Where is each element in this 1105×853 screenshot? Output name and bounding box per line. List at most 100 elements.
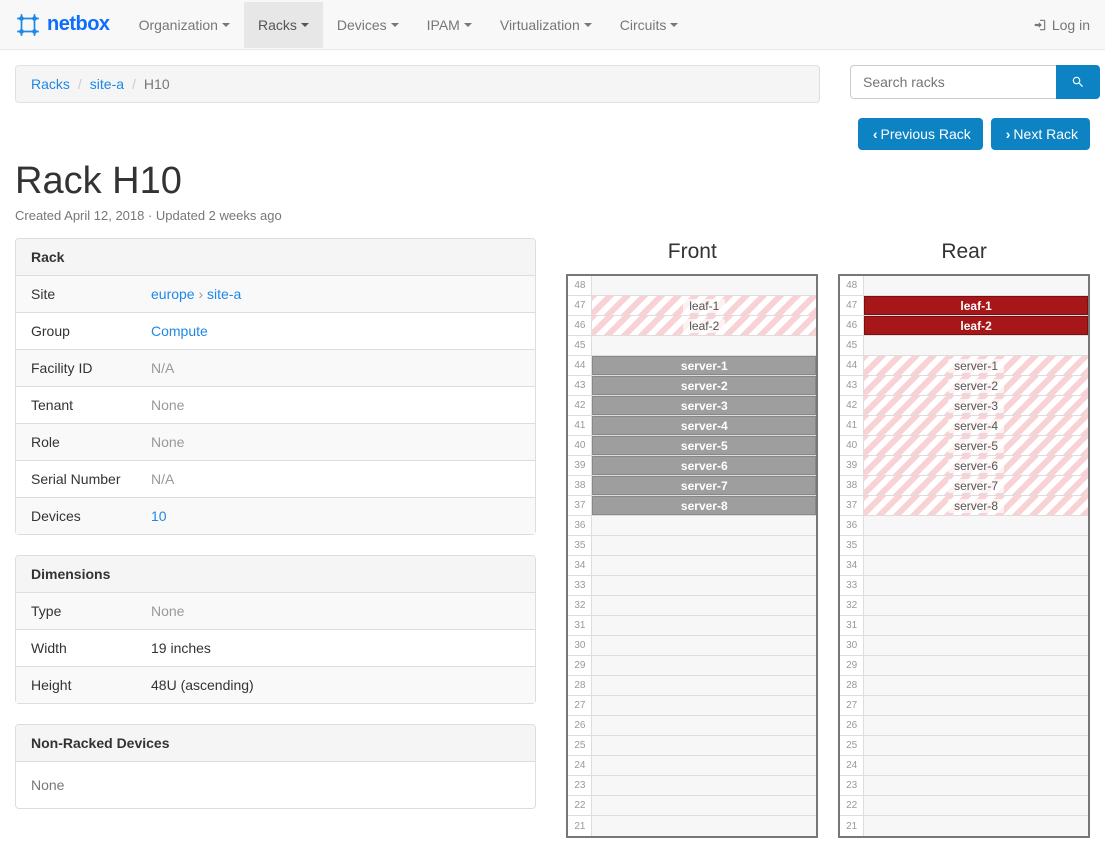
empty-slot[interactable]	[592, 656, 816, 675]
chevron-down-icon	[670, 23, 678, 27]
rack-unit: 33	[568, 576, 816, 596]
empty-slot[interactable]	[592, 676, 816, 695]
device-slot[interactable]: server-5	[864, 436, 1088, 455]
empty-slot[interactable]	[864, 656, 1088, 675]
empty-slot[interactable]	[864, 576, 1088, 595]
rack-unit: 29	[840, 656, 1088, 676]
empty-slot[interactable]	[592, 336, 816, 355]
site-region-link[interactable]: europe	[151, 286, 195, 302]
empty-slot[interactable]	[592, 756, 816, 775]
empty-slot[interactable]	[592, 516, 816, 535]
device-slot[interactable]: server-2	[864, 376, 1088, 395]
netbox-icon	[15, 12, 41, 38]
device-slot[interactable]: server-3	[592, 396, 816, 415]
logo[interactable]: netbox	[15, 12, 110, 38]
group-link[interactable]: Compute	[151, 323, 208, 339]
unit-label: 29	[568, 656, 592, 675]
rack-unit: 27	[840, 696, 1088, 716]
empty-slot[interactable]	[864, 636, 1088, 655]
nonracked-panel: Non-Racked Devices None	[15, 724, 536, 809]
unit-label: 31	[840, 616, 864, 635]
role-value: None	[151, 434, 184, 450]
device-slot[interactable]: server-7	[864, 476, 1088, 495]
empty-slot[interactable]	[592, 636, 816, 655]
previous-rack-button[interactable]: ‹ Previous Rack	[858, 118, 983, 150]
rack-unit: 48	[568, 276, 816, 296]
nav-item-label: IPAM	[427, 17, 460, 33]
nav-item-devices[interactable]: Devices	[323, 2, 413, 48]
device-slot[interactable]: server-2	[592, 376, 816, 395]
empty-slot[interactable]	[592, 776, 816, 795]
device-slot[interactable]: server-4	[592, 416, 816, 435]
device-slot[interactable]: server-1	[864, 356, 1088, 375]
empty-slot[interactable]	[592, 576, 816, 595]
nav-item-racks[interactable]: Racks	[244, 2, 323, 48]
rack-unit: 47 leaf-1	[840, 296, 1088, 316]
device-slot[interactable]: leaf-2	[864, 316, 1088, 335]
unit-label: 38	[840, 476, 864, 495]
nav-item-circuits[interactable]: Circuits	[606, 2, 693, 48]
nav-item-ipam[interactable]: IPAM	[413, 2, 486, 48]
device-slot[interactable]: server-7	[592, 476, 816, 495]
empty-slot[interactable]	[864, 756, 1088, 775]
breadcrumb-racks[interactable]: Racks	[31, 76, 70, 92]
device-slot[interactable]: leaf-2	[592, 316, 816, 335]
empty-slot[interactable]	[864, 776, 1088, 795]
empty-slot[interactable]	[592, 816, 816, 836]
search-button[interactable]	[1056, 65, 1100, 99]
unit-label: 33	[840, 576, 864, 595]
site-name-link[interactable]: site-a	[207, 286, 241, 302]
empty-slot[interactable]	[592, 536, 816, 555]
unit-label: 44	[840, 356, 864, 375]
device-slot[interactable]: server-1	[592, 356, 816, 375]
login-link[interactable]: Log in	[1033, 17, 1090, 33]
empty-slot[interactable]	[864, 596, 1088, 615]
device-label: server-4	[948, 419, 1004, 433]
empty-slot[interactable]	[592, 716, 816, 735]
empty-slot[interactable]	[864, 696, 1088, 715]
chevron-down-icon	[464, 23, 472, 27]
empty-slot[interactable]	[864, 536, 1088, 555]
device-slot[interactable]: server-8	[864, 496, 1088, 515]
rack-unit: 45	[568, 336, 816, 356]
device-slot[interactable]: server-3	[864, 396, 1088, 415]
empty-slot[interactable]	[864, 796, 1088, 815]
device-slot[interactable]: server-4	[864, 416, 1088, 435]
empty-slot[interactable]	[864, 616, 1088, 635]
device-slot[interactable]: leaf-1	[864, 296, 1088, 315]
device-slot[interactable]: server-8	[592, 496, 816, 515]
unit-label: 47	[840, 296, 864, 315]
empty-slot[interactable]	[864, 816, 1088, 836]
empty-slot[interactable]	[864, 736, 1088, 755]
empty-slot[interactable]	[864, 516, 1088, 535]
nav-item-organization[interactable]: Organization	[125, 2, 244, 48]
empty-slot[interactable]	[592, 616, 816, 635]
device-label: leaf-1	[960, 299, 991, 313]
empty-slot[interactable]	[864, 716, 1088, 735]
nav-item-virtualization[interactable]: Virtualization	[486, 2, 606, 48]
device-slot[interactable]: server-5	[592, 436, 816, 455]
device-slot[interactable]: server-6	[592, 456, 816, 475]
empty-slot[interactable]	[864, 676, 1088, 695]
device-slot[interactable]: leaf-1	[592, 296, 816, 315]
next-rack-button[interactable]: › Next Rack	[991, 118, 1090, 150]
empty-slot[interactable]	[592, 796, 816, 815]
empty-slot[interactable]	[592, 556, 816, 575]
empty-slot[interactable]	[592, 736, 816, 755]
empty-slot[interactable]	[592, 276, 816, 295]
empty-slot[interactable]	[864, 336, 1088, 355]
search-input[interactable]	[850, 65, 1056, 99]
empty-slot[interactable]	[592, 696, 816, 715]
empty-slot[interactable]	[864, 276, 1088, 295]
rack-unit: 43server-2	[840, 376, 1088, 396]
height-value: 48U (ascending)	[136, 667, 535, 704]
unit-label: 21	[840, 816, 864, 836]
unit-label: 48	[840, 276, 864, 295]
devices-link[interactable]: 10	[151, 508, 167, 524]
breadcrumb-site[interactable]: site-a	[90, 76, 124, 92]
empty-slot[interactable]	[592, 596, 816, 615]
unit-label: 30	[840, 636, 864, 655]
device-label: server-4	[681, 419, 728, 433]
device-slot[interactable]: server-6	[864, 456, 1088, 475]
empty-slot[interactable]	[864, 556, 1088, 575]
